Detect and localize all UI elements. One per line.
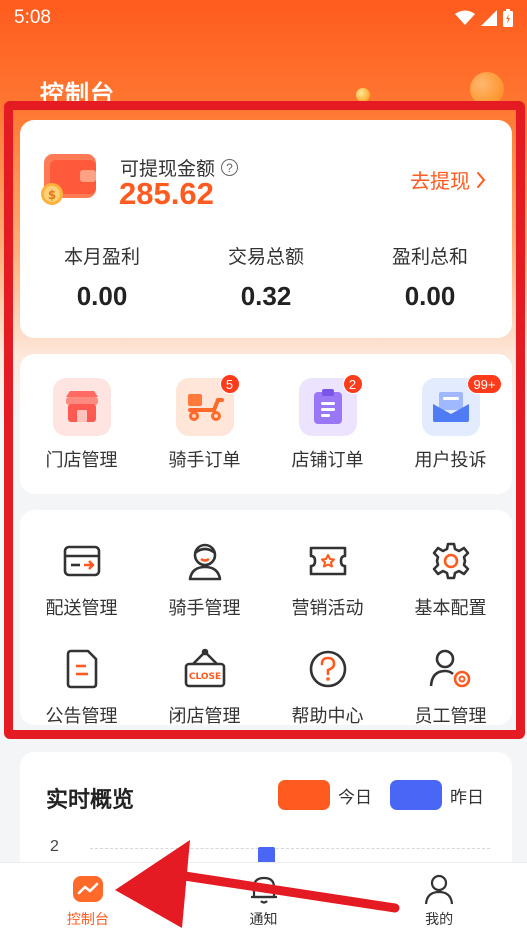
tab-dashboard[interactable]: 控制台 bbox=[0, 863, 176, 936]
menu-label: 营销活动 bbox=[291, 598, 364, 618]
clipboard-icon: 2 bbox=[298, 374, 363, 436]
menu-item-help-center[interactable]: 帮助中心 bbox=[266, 646, 389, 728]
decorative-coin-icon bbox=[356, 88, 370, 102]
menu-item-delivery-management[interactable]: 配送管理 bbox=[20, 538, 143, 620]
menu-label: 骑手管理 bbox=[168, 598, 241, 618]
mail-icon: 99+ bbox=[421, 374, 502, 436]
tab-label: 通知 bbox=[249, 911, 278, 927]
stat-label: 盈利总和 bbox=[391, 247, 468, 268]
stat-value: 0.00 bbox=[404, 281, 456, 311]
badge-count: 5 bbox=[219, 374, 240, 394]
stat-transaction-total: 交易总额 0.32 bbox=[184, 242, 348, 312]
quick-menu-card: 门店管理 5 骑手订单 2 店铺订单 99+ 用户投诉 bbox=[20, 354, 512, 494]
menu-item-rider-orders[interactable]: 5 骑手订单 bbox=[143, 374, 266, 472]
chevron-right-icon bbox=[477, 171, 486, 188]
legend-swatch bbox=[278, 780, 330, 810]
tab-profile[interactable]: 我的 bbox=[351, 863, 527, 936]
battery-icon bbox=[503, 9, 513, 27]
dashboard-icon bbox=[72, 876, 103, 902]
gear-icon bbox=[428, 538, 474, 584]
menu-item-store-closing[interactable]: CLOSE 闭店管理 bbox=[143, 646, 266, 728]
question-icon[interactable]: ? bbox=[221, 159, 239, 176]
bottom-tab-bar: 控制台 通知 我的 bbox=[0, 862, 527, 936]
menu-item-rider-management[interactable]: 骑手管理 bbox=[143, 538, 266, 620]
menu-label: 员工管理 bbox=[414, 706, 487, 726]
menu-label: 公告管理 bbox=[45, 706, 118, 726]
badge-count: 2 bbox=[342, 374, 363, 394]
stat-value: 0.00 bbox=[76, 281, 128, 311]
withdraw-label: 去提现 bbox=[410, 171, 470, 193]
menu-item-store-management[interactable]: 门店管理 bbox=[20, 378, 143, 472]
status-bar: 5:08 bbox=[0, 0, 527, 36]
overview-title: 实时概览 bbox=[46, 787, 135, 812]
legend-item-yesterday[interactable]: 昨日 bbox=[390, 780, 484, 810]
legend-item-today[interactable]: 今日 bbox=[278, 780, 372, 810]
menu-item-basic-settings[interactable]: 基本配置 bbox=[389, 538, 512, 620]
menu-label: 店铺订单 bbox=[291, 450, 364, 470]
notice-doc-icon bbox=[59, 646, 105, 692]
stat-monthly-profit: 本月盈利 0.00 bbox=[20, 242, 184, 312]
status-time: 5:08 bbox=[14, 7, 51, 28]
rider-icon bbox=[182, 538, 228, 584]
chart-legend: 今日 昨日 bbox=[270, 780, 484, 810]
menu-label: 基本配置 bbox=[414, 598, 487, 618]
stat-value: 0.32 bbox=[240, 281, 292, 311]
tab-label: 控制台 bbox=[66, 911, 109, 927]
menu-item-user-complaints[interactable]: 99+ 用户投诉 bbox=[389, 374, 512, 472]
wifi-icon bbox=[455, 10, 475, 25]
menu-label: 配送管理 bbox=[45, 598, 118, 618]
menu-item-marketing[interactable]: 营销活动 bbox=[266, 538, 389, 620]
menu-label: 闭店管理 bbox=[168, 706, 241, 726]
svg-text:$: $ bbox=[48, 188, 56, 202]
y-axis-tick: 2 bbox=[50, 838, 59, 855]
tab-label: 我的 bbox=[425, 911, 454, 927]
menu-label: 门店管理 bbox=[45, 450, 118, 470]
tools-menu-card: 配送管理 骑手管理 营销活动 基本配置 公告管理 CLOSE 闭店管理 帮助中心… bbox=[20, 510, 512, 728]
decorative-coin-icon bbox=[470, 72, 504, 106]
store-icon bbox=[52, 378, 111, 436]
svg-text:CLOSE: CLOSE bbox=[188, 672, 220, 682]
stat-label: 交易总额 bbox=[227, 247, 304, 268]
scooter-icon: 5 bbox=[175, 374, 240, 436]
menu-item-announcements[interactable]: 公告管理 bbox=[20, 646, 143, 728]
status-icons bbox=[455, 9, 513, 27]
help-icon bbox=[305, 646, 351, 692]
user-icon bbox=[425, 874, 454, 905]
page-title: 控制台 bbox=[40, 81, 115, 108]
bell-icon bbox=[250, 876, 277, 904]
menu-label: 用户投诉 bbox=[414, 450, 487, 470]
stats-row: 本月盈利 0.00 交易总额 0.32 盈利总和 0.00 bbox=[20, 242, 512, 312]
coupon-icon bbox=[305, 538, 351, 584]
signal-icon bbox=[481, 10, 497, 26]
legend-label: 今日 bbox=[338, 787, 372, 807]
stat-label: 本月盈利 bbox=[63, 247, 140, 268]
balance-card: $ 可提现金额 ? 285.62 去提现 本月盈利 0.00 交易总额 0.32… bbox=[20, 120, 512, 338]
legend-swatch bbox=[390, 780, 442, 810]
menu-label: 骑手订单 bbox=[168, 450, 241, 470]
menu-item-staff-management[interactable]: 员工管理 bbox=[389, 646, 512, 728]
staff-settings-icon bbox=[428, 646, 474, 692]
menu-item-shop-orders[interactable]: 2 店铺订单 bbox=[266, 374, 389, 472]
withdraw-button[interactable]: 去提现 bbox=[410, 165, 486, 194]
delivery-box-icon bbox=[59, 538, 105, 584]
legend-label: 昨日 bbox=[450, 787, 484, 807]
badge-count: 99+ bbox=[467, 374, 502, 394]
wallet-icon: $ bbox=[38, 150, 102, 211]
stat-profit-sum: 盈利总和 0.00 bbox=[348, 242, 512, 312]
tab-notifications[interactable]: 通知 bbox=[176, 863, 352, 936]
closed-sign-icon: CLOSE bbox=[182, 646, 228, 692]
chart-grid-line bbox=[90, 848, 490, 849]
menu-label: 帮助中心 bbox=[291, 706, 364, 726]
balance-amount: 285.62 bbox=[119, 176, 214, 211]
